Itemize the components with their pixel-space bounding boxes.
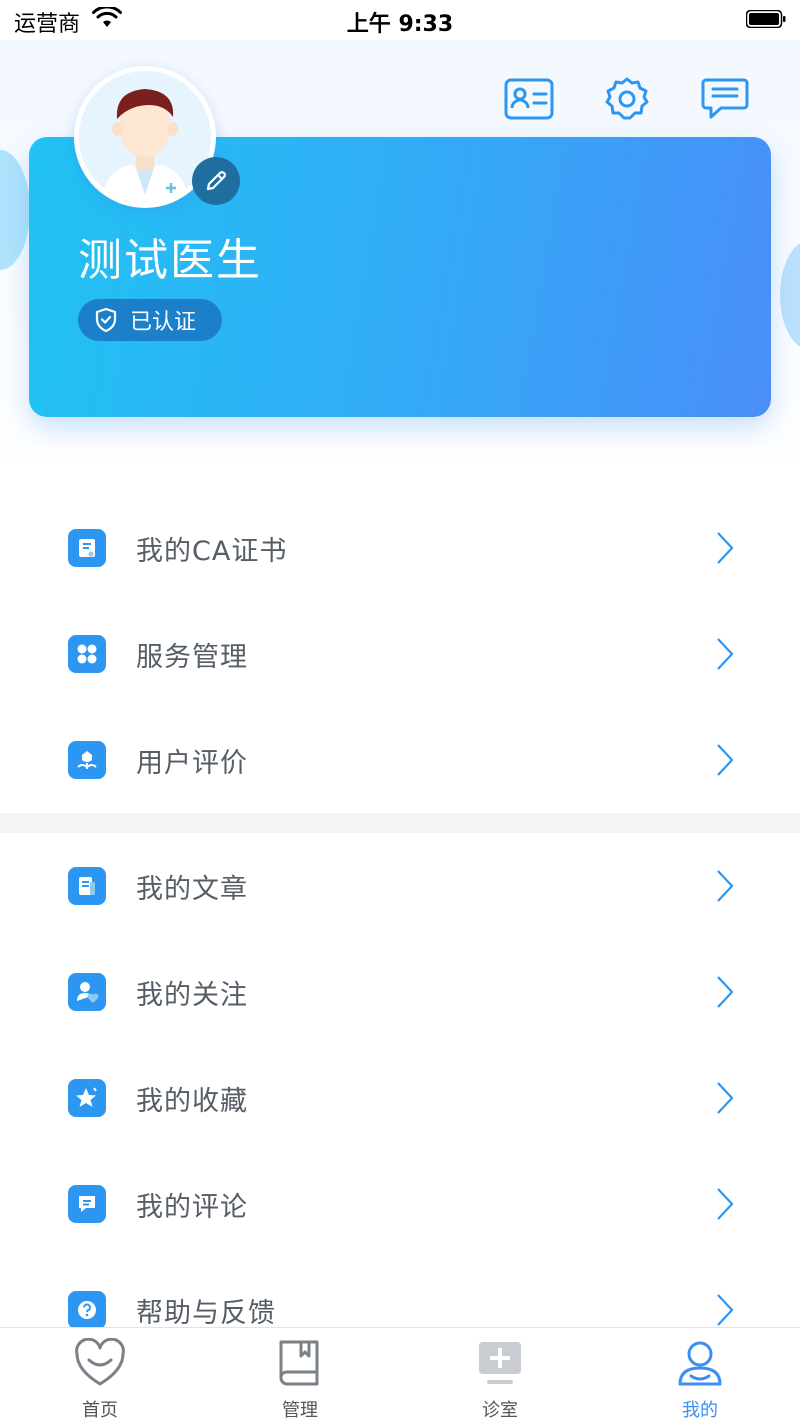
document-icon: [68, 867, 106, 905]
heart-icon: [75, 1338, 125, 1386]
section-separator: [0, 813, 800, 833]
menu-item-my-comments[interactable]: 我的评论: [0, 1151, 800, 1257]
gear-icon[interactable]: [602, 74, 652, 124]
tab-label: 我的: [682, 1400, 718, 1421]
status-time: 上午 9:33: [346, 12, 454, 37]
grid-icon: [68, 635, 106, 673]
chevron-right-icon: [717, 638, 734, 670]
tab-label: 诊室: [482, 1400, 518, 1421]
menu-group-2: 我的文章 我的关注 我的收藏 我的评论 帮助与反馈: [0, 833, 800, 1363]
tab-clinic[interactable]: 诊室: [400, 1328, 600, 1423]
id-card-icon[interactable]: [504, 74, 554, 124]
help-icon: [68, 1291, 106, 1329]
shield-check-icon: [95, 307, 117, 333]
book-icon: [279, 1340, 319, 1386]
header-actions: [504, 74, 750, 124]
tab-label: 首页: [82, 1400, 118, 1421]
user-heart-icon: [68, 973, 106, 1011]
chevron-right-icon: [717, 976, 734, 1008]
menu-label: 我的CA证书: [136, 535, 288, 567]
star-icon: [68, 1079, 106, 1117]
status-bar: 运营商 上午 9:33: [0, 0, 800, 40]
profile-icon: [678, 1341, 722, 1386]
clinic-icon: [479, 1342, 521, 1384]
chevron-right-icon: [717, 1188, 734, 1220]
menu-group-1: 我的CA证书 服务管理 用户评价: [0, 495, 800, 813]
flower-icon: [68, 741, 106, 779]
certificate-icon: [68, 529, 106, 567]
battery-icon: [746, 10, 786, 28]
menu-label: 我的评论: [136, 1191, 248, 1223]
tab-bar: 首页 管理 诊室 我的: [0, 1327, 800, 1423]
menu-item-user-reviews[interactable]: 用户评价: [0, 707, 800, 813]
verified-badge: 已认证: [78, 299, 222, 341]
menu-item-ca-certificate[interactable]: 我的CA证书: [0, 495, 800, 601]
message-icon[interactable]: [700, 74, 750, 124]
menu-item-my-favorites[interactable]: 我的收藏: [0, 1045, 800, 1151]
menu-label: 我的文章: [136, 873, 248, 905]
menu-label: 我的关注: [136, 979, 248, 1011]
menu-item-my-articles[interactable]: 我的文章: [0, 833, 800, 939]
chevron-right-icon: [717, 1082, 734, 1114]
menu-label: 服务管理: [136, 641, 248, 673]
pencil-icon: [206, 171, 226, 191]
menu-label: 用户评价: [136, 747, 248, 779]
tab-profile[interactable]: 我的: [600, 1328, 800, 1423]
menu-item-my-follows[interactable]: 我的关注: [0, 939, 800, 1045]
chevron-right-icon: [717, 744, 734, 776]
menu-label: 帮助与反馈: [136, 1297, 276, 1329]
verified-label: 已认证: [130, 310, 197, 335]
menu-label: 我的收藏: [136, 1085, 248, 1117]
comment-icon: [68, 1185, 106, 1223]
chevron-right-icon: [717, 1294, 734, 1326]
edit-profile-button[interactable]: [192, 157, 240, 205]
chevron-right-icon: [717, 870, 734, 902]
menu-item-service-management[interactable]: 服务管理: [0, 601, 800, 707]
doctor-name: 测试医生: [78, 235, 262, 286]
tab-label: 管理: [282, 1400, 318, 1421]
tab-home[interactable]: 首页: [0, 1328, 200, 1423]
tab-management[interactable]: 管理: [200, 1328, 400, 1423]
chevron-right-icon: [717, 532, 734, 564]
